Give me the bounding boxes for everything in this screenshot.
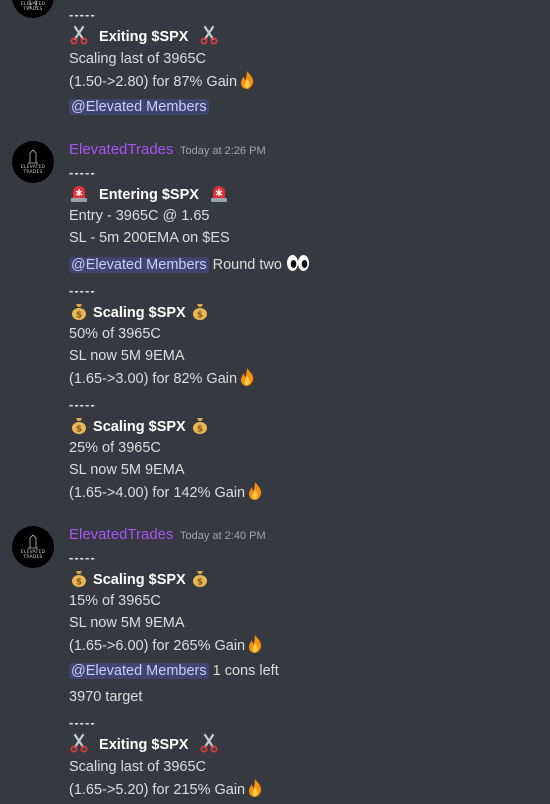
- message-title-text: Scaling $SPX: [93, 572, 186, 588]
- message-title-text: Entering $SPX: [99, 187, 199, 203]
- role-mention[interactable]: @Elevated Members: [69, 99, 209, 115]
- message-title: Scaling $SPX: [69, 568, 210, 591]
- message-line: 50% of 3965C: [69, 326, 161, 342]
- username[interactable]: ElevatedTrades: [69, 140, 174, 160]
- gain-text: (1.65->4.00) for 142% Gain: [69, 485, 246, 501]
- fire-icon: [237, 367, 257, 387]
- separator-dashes: -----: [69, 397, 96, 412]
- siren-icon: [69, 183, 89, 203]
- message-title: Exiting $SPX: [69, 733, 219, 756]
- gain-text: (1.50->2.80) for 87% Gain: [69, 74, 238, 90]
- message-title: Exiting $SPX: [69, 25, 219, 48]
- fire-icon: [245, 778, 265, 798]
- fire-icon: [245, 481, 265, 501]
- separator-dashes: -----: [69, 550, 96, 565]
- timestamp: Today at 2:40 PM: [180, 530, 266, 542]
- message-line: Entry - 3965C @ 1.65: [69, 208, 210, 224]
- message-title-text: Scaling $SPX: [93, 419, 186, 435]
- message-line: Scaling last of 3965C: [69, 759, 207, 775]
- money-bag-icon: [190, 415, 210, 435]
- message-title: Scaling $SPX: [69, 301, 210, 324]
- gain-text: (1.65->6.00) for 265% Gain: [69, 638, 246, 654]
- message-line: (1.65->3.00) for 82% Gain: [69, 367, 257, 390]
- scissors-icon: [199, 25, 219, 45]
- message-line: 25% of 3965C: [69, 440, 161, 456]
- separator-dashes: -----: [69, 165, 96, 180]
- money-bag-icon: [69, 301, 89, 321]
- gain-text: (1.65->3.00) for 82% Gain: [69, 371, 238, 387]
- money-bag-icon: [190, 301, 210, 321]
- role-mention[interactable]: @Elevated Members: [69, 663, 209, 679]
- message-line: @Elevated Members 1 cons left: [69, 660, 279, 682]
- message-line: 3970 target: [69, 689, 143, 705]
- avatar-logo-text: ELEVATED TRADES: [20, 2, 46, 12]
- eyes-icon: [286, 253, 310, 273]
- separator-dashes: -----: [69, 715, 96, 730]
- role-mention[interactable]: @Elevated Members: [69, 257, 209, 273]
- message-title-text: Scaling $SPX: [93, 305, 186, 321]
- separator-dashes: -----: [69, 7, 96, 22]
- fire-icon: [237, 70, 257, 90]
- avatar[interactable]: ELEVATED TRADES: [12, 0, 54, 18]
- message-title: Entering $SPX: [69, 183, 229, 206]
- avatar[interactable]: ELEVATED TRADES: [12, 526, 54, 568]
- message-line: 15% of 3965C: [69, 593, 161, 609]
- gain-text: (1.65->5.20) for 215% Gain: [69, 782, 246, 798]
- message-title-text: Exiting $SPX: [99, 737, 189, 753]
- fire-icon: [245, 634, 265, 654]
- message-line: Scaling last of 3965C: [69, 51, 207, 67]
- avatar-logo-text: ELEVATED TRADES: [20, 165, 46, 175]
- money-bag-icon: [190, 568, 210, 588]
- money-bag-icon: [69, 415, 89, 435]
- message-line: SL - 5m 200EMA on $ES: [69, 230, 230, 246]
- message-line: @Elevated Members Round two: [69, 253, 310, 276]
- timestamp: Today at 2:26 PM: [180, 145, 266, 157]
- separator-dashes: -----: [69, 283, 96, 298]
- message-text: Round two: [212, 257, 282, 273]
- message-line: @Elevated Members: [69, 96, 209, 118]
- message-title-text: Exiting $SPX: [99, 29, 189, 45]
- message-text: 1 cons left: [212, 663, 279, 679]
- scissors-icon: [199, 733, 219, 753]
- scissors-icon: [69, 733, 89, 753]
- username[interactable]: ElevatedTrades: [69, 525, 174, 545]
- scissors-icon: [69, 25, 89, 45]
- message-title: Scaling $SPX: [69, 415, 210, 438]
- avatar[interactable]: ELEVATED TRADES: [12, 141, 54, 183]
- siren-icon: [209, 183, 229, 203]
- money-bag-icon: [69, 568, 89, 588]
- avatar-logo-text: ELEVATED TRADES: [20, 550, 46, 560]
- message-line: (1.65->5.20) for 215% Gain: [69, 778, 265, 801]
- message-line: (1.50->2.80) for 87% Gain: [69, 70, 257, 93]
- message-line: (1.65->6.00) for 265% Gain: [69, 634, 265, 657]
- message-line: SL now 5M 9EMA: [69, 615, 185, 631]
- message-line: (1.65->4.00) for 142% Gain: [69, 481, 265, 504]
- message-line: SL now 5M 9EMA: [69, 348, 185, 364]
- message-line: SL now 5M 9EMA: [69, 462, 185, 478]
